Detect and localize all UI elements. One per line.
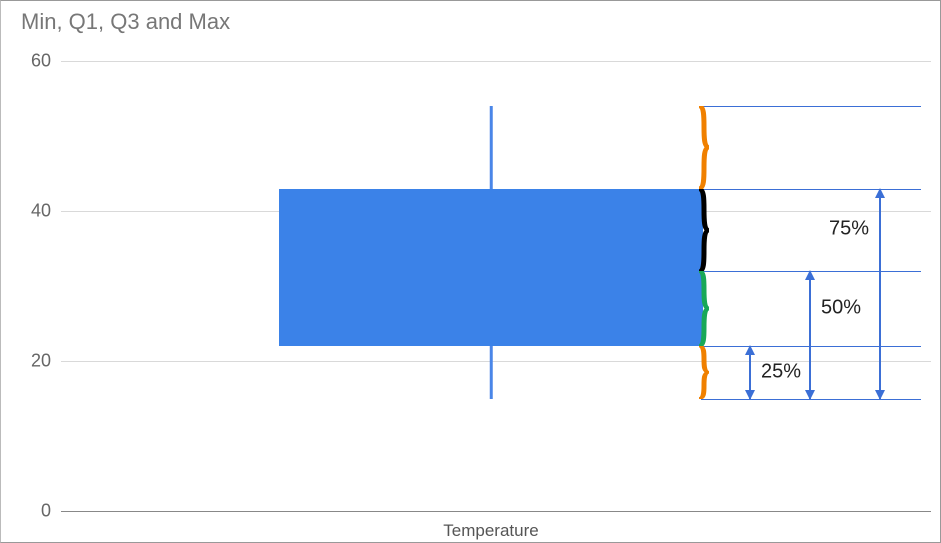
brace-q1-to-median [697,271,711,346]
guide-q1 [701,346,921,347]
brace-min-to-q1 [697,346,711,399]
guide-q3 [701,189,921,190]
boxplot-plot-area: 60 40 20 0 Temperature [61,61,691,511]
arrow-75pct [879,189,881,399]
boxplot-box [279,189,703,347]
x-axis-label: Temperature [443,521,538,541]
ytick-60: 60 [11,51,51,72]
chart-frame: Min, Q1, Q3 and Max 60 40 20 0 Temperatu… [0,0,941,543]
ytick-0: 0 [11,501,51,522]
quartile-annotation-pane: 25% 50% 75% [701,61,931,511]
ytick-40: 40 [11,201,51,222]
brace-median-to-q3 [697,189,711,272]
chart-title: Min, Q1, Q3 and Max [21,9,230,35]
label-75pct: 75% [829,218,869,241]
arrow-25pct [749,346,751,399]
label-25pct: 25% [761,361,801,384]
ytick-20: 20 [11,351,51,372]
x-axis-line [61,511,931,512]
arrow-50pct [809,271,811,399]
guide-max [701,106,921,107]
brace-q3-to-max [697,106,711,189]
label-50pct: 50% [821,297,861,320]
